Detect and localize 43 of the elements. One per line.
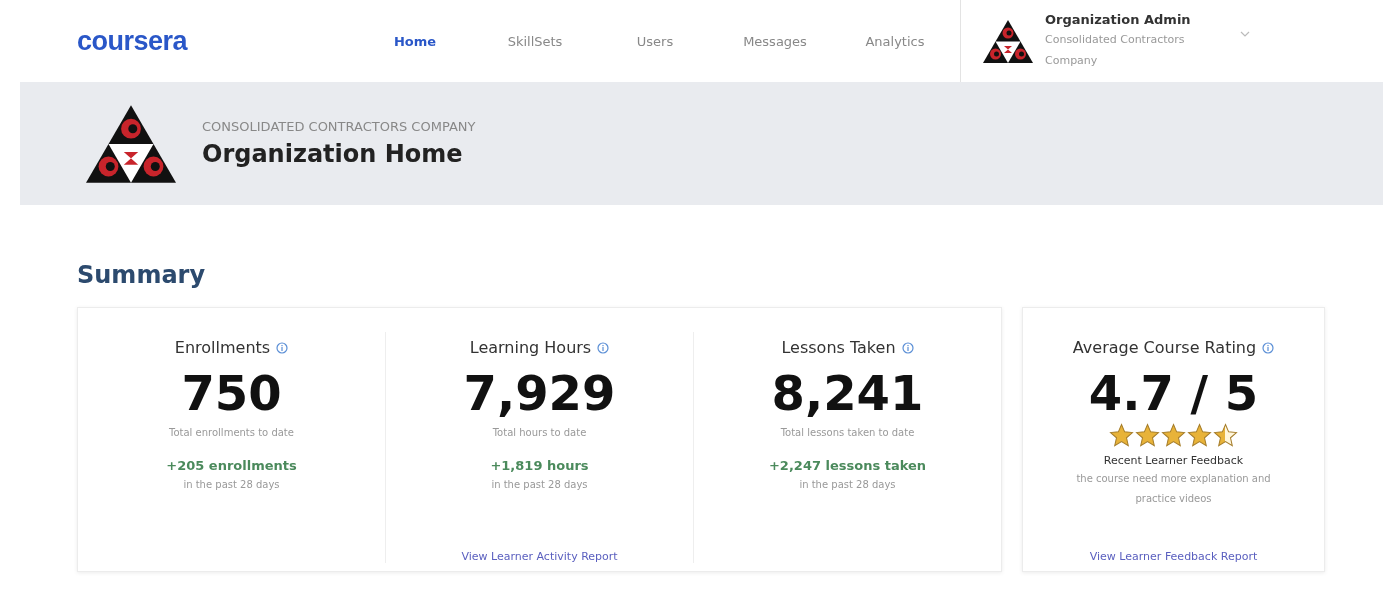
caret-icon[interactable]	[1240, 31, 1250, 37]
metric-change: +2,247 lessons taken	[768, 458, 927, 473]
info-icon[interactable]	[1262, 341, 1275, 354]
metric-label: Enrollments	[174, 338, 271, 357]
section-title: Summary	[77, 261, 207, 289]
account-role: Organization Admin	[1045, 11, 1192, 27]
star-icon	[1135, 423, 1160, 448]
account-organization: Consolidated Contractors Company	[1045, 31, 1186, 69]
star-icon	[1213, 423, 1238, 448]
metric-label: Average Course Rating	[1072, 338, 1257, 357]
nav-tab[interactable]: Analytics	[835, 27, 955, 55]
info-icon[interactable]	[276, 341, 289, 354]
info-icon[interactable]	[901, 341, 914, 354]
metric-value: 750	[181, 364, 282, 423]
metric-caption: Total hours to date	[492, 427, 587, 438]
metric-change: +1,819 hours	[490, 458, 589, 473]
metric-caption: Total lessons taken to date	[780, 427, 915, 438]
organization-name: CONSOLIDATED CONTRACTORS COMPANY	[202, 119, 476, 134]
nav-tab[interactable]: SkillSets	[475, 27, 595, 55]
star-icon	[1161, 423, 1186, 448]
organization-logo	[983, 19, 1033, 63]
feedback-text: the course need more explanation and practice videos	[1075, 472, 1272, 506]
metric-label: Learning Hours	[469, 338, 592, 357]
feedback-title: Recent Learner Feedback	[1103, 454, 1244, 467]
metric-period: in the past 28 days	[799, 479, 896, 490]
nav-tab[interactable]: Messages	[715, 27, 835, 55]
metric-period: in the past 28 days	[491, 479, 588, 490]
metric-change: +205 enrollments	[166, 458, 297, 473]
metric-value: 8,241	[771, 364, 924, 423]
brand-logo[interactable]: coursera	[77, 25, 355, 57]
report-link[interactable]: View Learner Activity Report	[461, 550, 618, 563]
metric-value: 7,929	[463, 364, 616, 423]
metric-label: Lessons Taken	[781, 338, 896, 357]
metric-caption: Total enrollments to date	[169, 427, 294, 438]
info-icon[interactable]	[597, 341, 610, 354]
report-link[interactable]: View Learner Feedback Report	[1089, 550, 1258, 563]
nav-tab[interactable]: Users	[595, 27, 715, 55]
page-title: Organization Home	[202, 140, 464, 168]
star-icon	[1187, 423, 1212, 448]
rating-value: 4.7 / 5	[1088, 364, 1259, 423]
metric-period: in the past 28 days	[183, 479, 280, 490]
star-icon	[1109, 423, 1134, 448]
nav-tab[interactable]: Home	[355, 27, 475, 55]
